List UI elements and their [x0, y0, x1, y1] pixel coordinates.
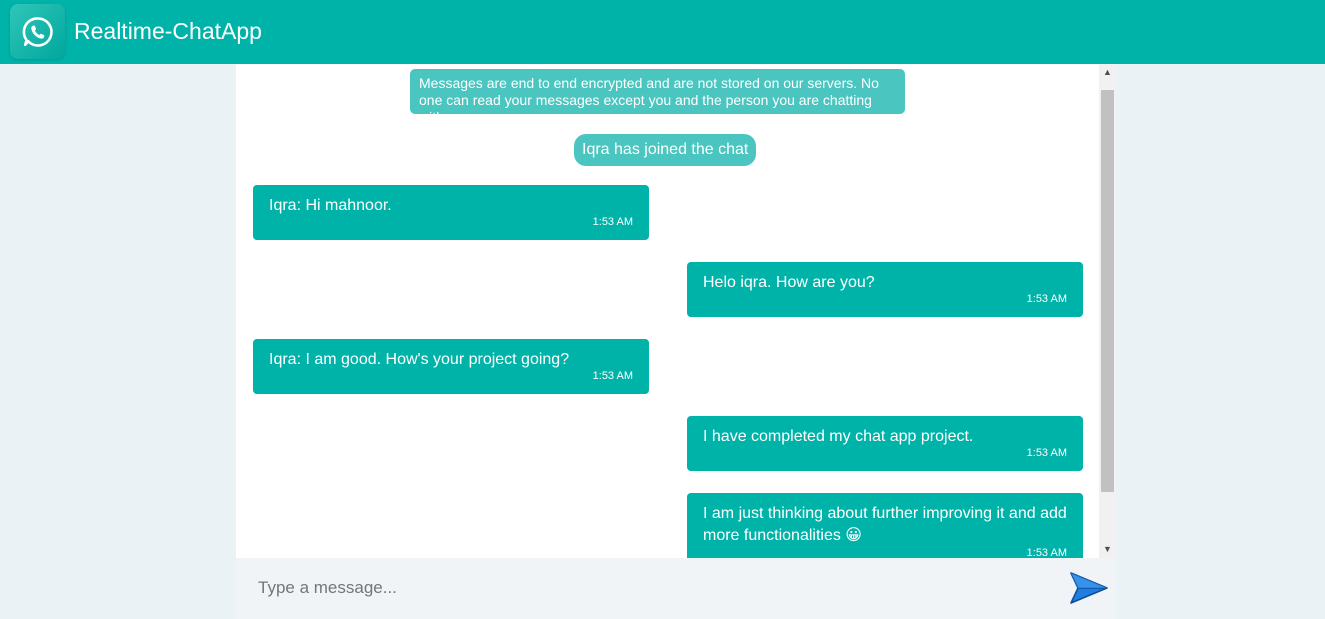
message-bubble-incoming: Iqra: I am good. How's your project goin… [253, 339, 649, 394]
app-header: Realtime-ChatApp [0, 0, 1325, 64]
send-arrow-icon [1070, 572, 1108, 604]
message-time: 1:53 AM [592, 216, 633, 228]
whatsapp-icon [10, 4, 65, 59]
scroll-up-arrow-icon[interactable]: ▲ [1099, 64, 1116, 81]
message-bubble-outgoing: I am just thinking about further improvi… [687, 493, 1083, 558]
message-text: Iqra: Hi mahnoor. [269, 197, 392, 214]
scroll-thumb[interactable] [1101, 90, 1114, 492]
message-text: Iqra: I am good. How's your project goin… [269, 351, 570, 368]
composer-bar [236, 558, 1116, 619]
chat-panel: Messages are end to end encrypted and ar… [236, 64, 1116, 619]
send-button[interactable] [1068, 568, 1110, 608]
message-bubble-outgoing: Helo iqra. How are you? 1:53 AM [687, 262, 1083, 317]
message-time: 1:53 AM [1026, 447, 1067, 459]
scroll-down-arrow-icon[interactable]: ▼ [1099, 541, 1116, 558]
message-bubble-incoming: Iqra: Hi mahnoor. 1:53 AM [253, 185, 649, 240]
app-title: Realtime-ChatApp [74, 18, 262, 44]
message-text: Helo iqra. How are you? [703, 274, 875, 291]
join-notification: Iqra has joined the chat [574, 134, 757, 166]
message-bubble-outgoing: I have completed my chat app project. 1:… [687, 416, 1083, 471]
message-text: I have completed my chat app project. [703, 428, 974, 445]
message-list[interactable]: Messages are end to end encrypted and ar… [236, 64, 1099, 558]
message-time: 1:53 AM [592, 370, 633, 382]
message-time: 1:53 AM [1026, 293, 1067, 305]
message-scrollbar[interactable]: ▲ ▼ [1099, 64, 1116, 558]
message-text: I am just thinking about further improvi… [703, 505, 1067, 544]
message-input[interactable] [246, 568, 1070, 608]
message-time: 1:53 AM [1026, 547, 1067, 558]
encryption-notice: Messages are end to end encrypted and ar… [410, 69, 905, 125]
